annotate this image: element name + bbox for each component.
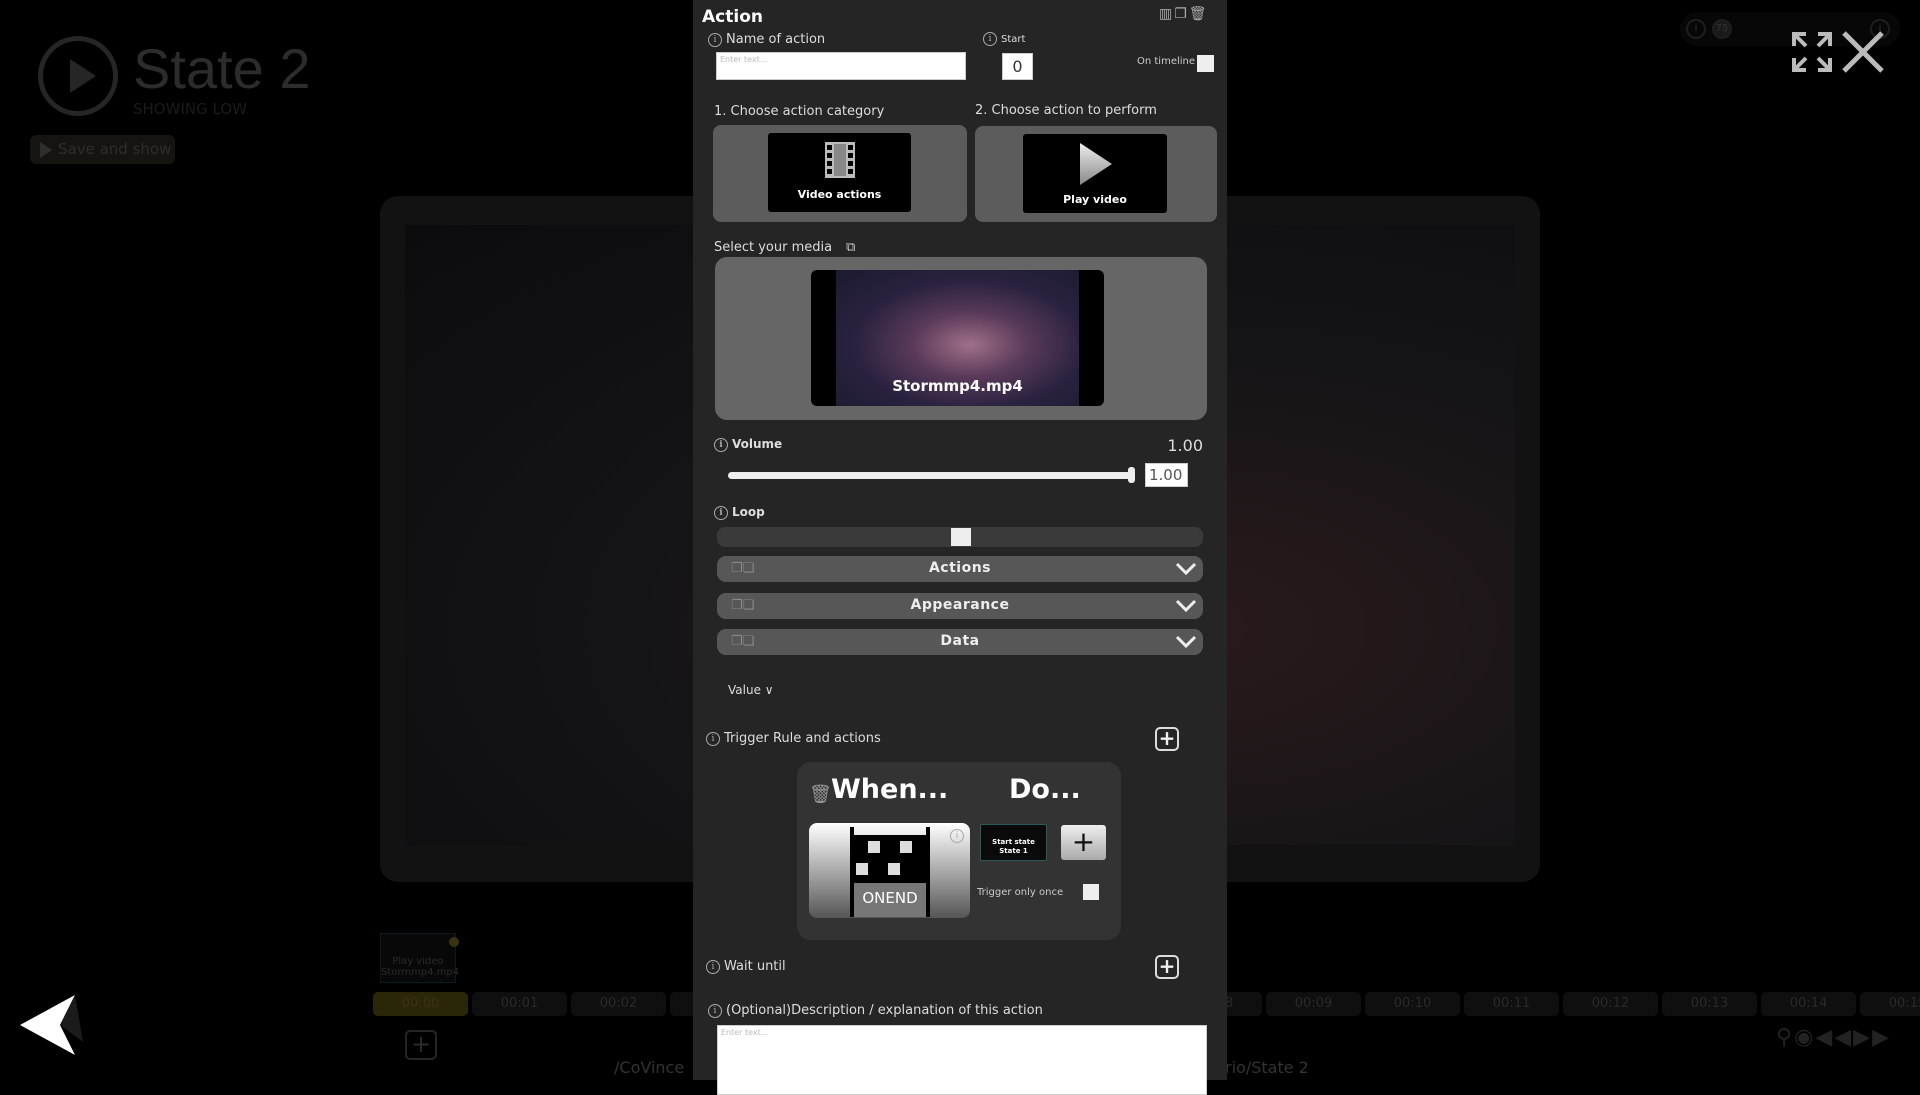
- timeline-cell[interactable]: 00:10: [1365, 992, 1460, 1016]
- info-icon[interactable]: i: [706, 959, 720, 974]
- info-icon[interactable]: i: [714, 437, 728, 452]
- do-action-tile[interactable]: Start state State 1: [980, 824, 1047, 861]
- info-icon[interactable]: i: [708, 32, 722, 47]
- value-dropdown[interactable]: Value ∨: [728, 683, 774, 697]
- volume-label: Volume: [732, 437, 783, 451]
- info-icon[interactable]: i: [706, 731, 720, 746]
- state-subtitle: SHOWING LOW: [133, 100, 247, 118]
- add-trigger-button[interactable]: +: [1155, 727, 1179, 751]
- state-title: State 2: [133, 37, 311, 100]
- trash-icon[interactable]: 🗑: [1189, 6, 1209, 22]
- action-to-perform-selector[interactable]: Play video: [975, 126, 1217, 222]
- trigger-label: Trigger Rule and actions: [724, 731, 881, 746]
- stats-icon[interactable]: ▥: [1159, 6, 1174, 22]
- volume-input[interactable]: 1.00: [1145, 463, 1188, 487]
- do-heading: Do...: [1009, 774, 1081, 805]
- event-name: ONEND: [862, 889, 918, 907]
- save-and-show-button[interactable]: Save and show: [30, 135, 175, 164]
- zoom-badge[interactable]: 75: [1712, 19, 1732, 39]
- action-panel: Action ▥❐🗑 i Name of action Enter text...…: [693, 0, 1227, 1095]
- chevron-down-icon: ∨: [764, 683, 774, 697]
- name-of-action-input[interactable]: Enter text...: [716, 52, 966, 80]
- timeline-cell[interactable]: 00:15: [1860, 992, 1920, 1016]
- timeline-cell[interactable]: 00:09: [1266, 992, 1361, 1016]
- back-arrow-icon[interactable]: [15, 985, 95, 1065]
- media-thumbnail: Stormmp4.mp4: [811, 270, 1104, 406]
- accordion-actions[interactable]: ❐❏ Actions: [717, 556, 1203, 582]
- chevron-down-icon: [1175, 599, 1197, 613]
- loop-toggle[interactable]: [717, 527, 1203, 547]
- panel-title: Action: [702, 7, 763, 27]
- timeline-item-line2: Stormmp4.mp4: [381, 967, 460, 978]
- timeline-cell[interactable]: 00:14: [1761, 992, 1856, 1016]
- action-heading: 2. Choose action to perform: [975, 103, 1157, 118]
- volume-slider[interactable]: [728, 472, 1134, 479]
- copy-icon[interactable]: ❐: [1174, 6, 1189, 22]
- add-do-action-button[interactable]: +: [1061, 825, 1106, 860]
- start-input[interactable]: 0: [1002, 53, 1033, 80]
- play-icon: [1080, 143, 1112, 185]
- info-icon[interactable]: i: [983, 32, 997, 46]
- timeline-item-line1: Play video: [392, 956, 444, 967]
- info-icon[interactable]: i: [1686, 19, 1706, 39]
- rewind-icon[interactable]: ◀◀: [1815, 1025, 1853, 1050]
- category-value: Video actions: [797, 188, 882, 201]
- timeline-cell[interactable]: 00:11: [1464, 992, 1559, 1016]
- timeline-cell[interactable]: 00:01: [472, 992, 567, 1016]
- trash-icon[interactable]: 🗑: [809, 784, 832, 805]
- info-icon[interactable]: i: [708, 1003, 722, 1018]
- media-filename: Stormmp4.mp4: [892, 377, 1023, 395]
- start-label: Start: [1001, 34, 1026, 45]
- accordion-data[interactable]: ❐❏ Data: [717, 629, 1203, 655]
- media-library-icon[interactable]: ⧉: [846, 240, 855, 255]
- timeline-cell[interactable]: 00:02: [571, 992, 666, 1016]
- wait-until-label: Wait until: [724, 959, 786, 974]
- search-icon[interactable]: ⚲: [1776, 1025, 1794, 1050]
- forward-icon[interactable]: ▶▶: [1853, 1025, 1891, 1050]
- chevron-down-icon: [1175, 562, 1197, 576]
- when-event-tile[interactable]: ONEND i: [809, 823, 970, 918]
- breadcrumb-right: rio/State 2: [1225, 1058, 1309, 1077]
- trigger-once-checkbox[interactable]: [1083, 884, 1099, 900]
- timeline-item-badge: [449, 937, 459, 947]
- volume-slider-thumb[interactable]: [1128, 467, 1135, 483]
- close-icon[interactable]: [1840, 30, 1886, 74]
- film-icon: [824, 142, 855, 178]
- accordion-appearance[interactable]: ❐❏ Appearance: [717, 593, 1203, 619]
- playback-controls: ⚲◉◀◀▶▶: [1776, 1025, 1891, 1050]
- timeline-item[interactable]: Play video Stormmp4.mp4: [380, 933, 460, 983]
- timeline-cell[interactable]: 00:12: [1563, 992, 1658, 1016]
- volume-display: 1.00: [1167, 436, 1203, 455]
- timeline-cell[interactable]: 00:13: [1662, 992, 1757, 1016]
- media-selector[interactable]: Stormmp4.mp4: [715, 257, 1207, 420]
- play-icon[interactable]: ◉: [1794, 1025, 1815, 1050]
- add-wait-until-button[interactable]: +: [1155, 955, 1179, 979]
- play-circle-icon[interactable]: [38, 36, 118, 116]
- description-textarea[interactable]: Enter text...: [717, 1025, 1207, 1095]
- breadcrumb-left: /CoVince: [614, 1058, 685, 1077]
- timeline-cell[interactable]: 00:00: [373, 992, 468, 1016]
- fullscreen-icon[interactable]: [1790, 30, 1834, 74]
- category-heading: 1. Choose action category: [714, 104, 885, 119]
- info-icon[interactable]: i: [714, 505, 728, 520]
- on-timeline-checkbox[interactable]: [1197, 55, 1214, 72]
- add-timeline-item-button[interactable]: +: [405, 1030, 437, 1060]
- action-value: Play video: [1063, 193, 1127, 206]
- description-label: (Optional)Description / explanation of t…: [726, 1003, 1043, 1018]
- name-label: Name of action: [726, 32, 826, 47]
- action-category-selector[interactable]: Video actions: [713, 125, 967, 222]
- when-heading: When...: [831, 774, 949, 805]
- loop-label: Loop: [732, 505, 765, 519]
- trigger-once-label: Trigger only once: [977, 887, 1064, 898]
- trigger-rule-card: 🗑 When... Do... ONEND i Start state State…: [797, 762, 1121, 940]
- loop-toggle-thumb[interactable]: [951, 528, 971, 546]
- info-icon[interactable]: i: [950, 829, 964, 843]
- chevron-down-icon: [1175, 635, 1197, 649]
- media-label: Select your media: [714, 240, 833, 255]
- on-timeline-label: On timeline: [1137, 56, 1196, 67]
